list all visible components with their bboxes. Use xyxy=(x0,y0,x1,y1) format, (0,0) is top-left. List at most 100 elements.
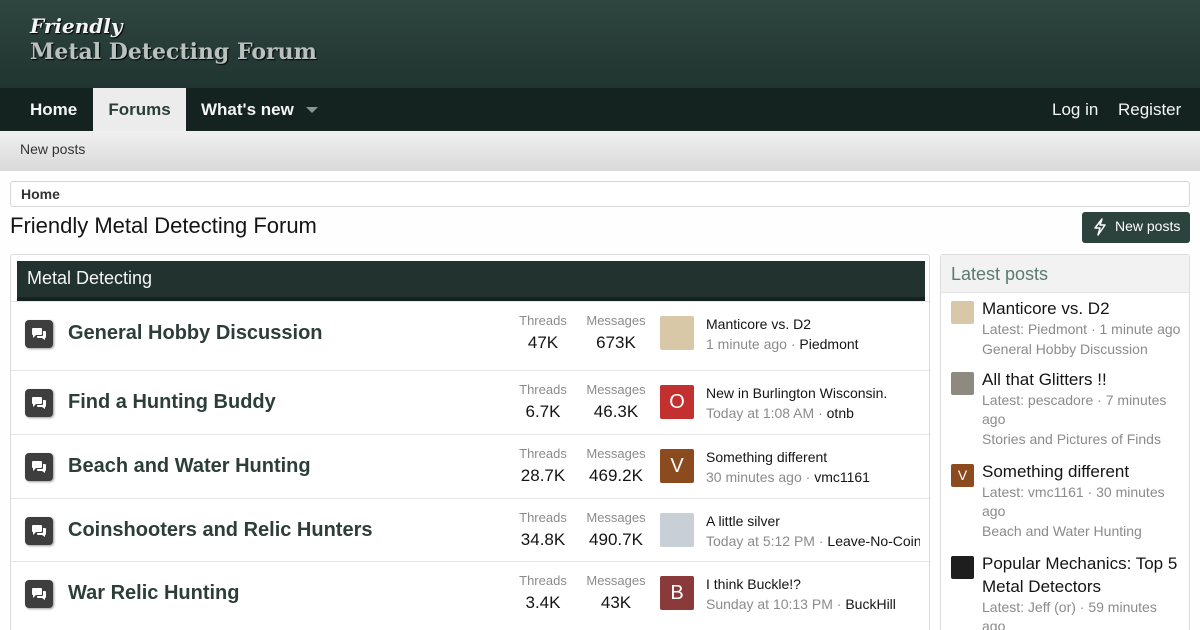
site-header: Friendly Metal Detecting Forum xyxy=(0,0,1200,88)
messages-label: Messages xyxy=(586,446,646,461)
messages-label: Messages xyxy=(586,313,646,328)
last-post-meta: Today at 1:08 AM · otnb xyxy=(706,405,920,421)
last-post-meta: 1 minute ago · Piedmont xyxy=(706,336,920,352)
nav-whats-new[interactable]: What's new xyxy=(201,88,294,131)
last-post-user[interactable]: Piedmont xyxy=(799,336,858,352)
messages-count: 43K xyxy=(600,593,632,612)
forum-title[interactable]: General Hobby Discussion xyxy=(68,322,323,345)
threads-count: 6.7K xyxy=(525,402,561,421)
meta-separator: · xyxy=(832,596,846,612)
forum-title[interactable]: War Relic Hunting xyxy=(68,582,239,605)
threads-count: 28.7K xyxy=(520,466,566,485)
last-post-meta: 30 minutes ago · vmc1161 xyxy=(706,469,920,485)
threads-label: Threads xyxy=(519,313,567,328)
last-post-time[interactable]: 1 minute ago xyxy=(706,336,787,352)
last-post-meta: Today at 5:12 PM · Leave-No-Coins xyxy=(706,533,920,549)
forum-chat-icon xyxy=(25,517,53,545)
login-link[interactable]: Log in xyxy=(1052,88,1098,131)
avatar[interactable]: B xyxy=(660,576,694,610)
latest-post-forum[interactable]: Beach and Water Hunting xyxy=(982,521,1183,542)
last-post-user[interactable]: BuckHill xyxy=(845,596,896,612)
avatar[interactable] xyxy=(951,301,974,324)
messages-label: Messages xyxy=(586,573,646,588)
forum-chat-icon xyxy=(25,320,53,348)
last-post-title[interactable]: Manticore vs. D2 xyxy=(706,316,811,332)
last-post-user[interactable]: otnb xyxy=(827,405,854,421)
main-nav: Home Forums What's new Log in Register xyxy=(0,88,1200,131)
avatar[interactable] xyxy=(951,372,974,395)
last-post-title[interactable]: I think Buckle!? xyxy=(706,576,801,592)
category-block: Metal Detecting General Hobby Discussion… xyxy=(10,254,930,630)
forum-title[interactable]: Beach and Water Hunting xyxy=(68,455,311,478)
last-post-time[interactable]: Sunday at 10:13 PM xyxy=(706,596,833,612)
messages-stat: Messages 469.2K xyxy=(581,446,651,486)
site-logo[interactable]: Friendly Metal Detecting Forum xyxy=(30,16,317,63)
avatar[interactable]: O xyxy=(660,385,694,419)
threads-label: Threads xyxy=(519,446,567,461)
latest-post-title[interactable]: Something different xyxy=(982,460,1183,483)
breadcrumb: Home xyxy=(10,181,1190,207)
threads-label: Threads xyxy=(519,382,567,397)
last-post-time[interactable]: Today at 1:08 AM xyxy=(706,405,814,421)
forum-row: Find a Hunting Buddy Threads 6.7K Messages 4… xyxy=(11,370,929,434)
latest-post-forum[interactable]: General Hobby Discussion xyxy=(982,339,1183,360)
avatar[interactable] xyxy=(660,513,694,547)
last-post-time[interactable]: Today at 5:12 PM xyxy=(706,533,815,549)
avatar[interactable]: V xyxy=(951,464,974,487)
latest-post-item: V Something different Latest: vmc1161 · 30… xyxy=(951,460,1183,542)
messages-count: 469.2K xyxy=(589,466,643,485)
bolt-icon xyxy=(1094,218,1106,236)
forum-chat-icon xyxy=(25,389,53,417)
avatar[interactable]: V xyxy=(660,449,694,483)
last-post-title[interactable]: Something different xyxy=(706,449,827,465)
chevron-down-icon[interactable] xyxy=(306,107,318,113)
threads-stat: Threads 34.8K xyxy=(508,510,578,550)
forum-title[interactable]: Find a Hunting Buddy xyxy=(68,391,276,414)
nav-home[interactable]: Home xyxy=(30,88,77,131)
avatar[interactable] xyxy=(660,316,694,350)
forum-row: Coinshooters and Relic Hunters Threads 34.… xyxy=(11,498,929,562)
nav-forums[interactable]: Forums xyxy=(93,88,186,131)
latest-post-title[interactable]: Popular Mechanics: Top 5 Metal Detectors xyxy=(982,552,1183,598)
latest-post-meta: Latest: Jeff (or) · 59 minutes ago xyxy=(982,599,1157,630)
last-post-meta: Sunday at 10:13 PM · BuckHill xyxy=(706,596,920,612)
register-link[interactable]: Register xyxy=(1118,88,1181,131)
breadcrumb-home[interactable]: Home xyxy=(11,182,74,206)
meta-separator: · xyxy=(814,533,828,549)
logo-line-1: Friendly xyxy=(30,14,123,38)
messages-count: 490.7K xyxy=(589,530,643,549)
messages-count: 46.3K xyxy=(593,402,639,421)
latest-post-title[interactable]: Manticore vs. D2 xyxy=(982,297,1183,320)
last-post-title[interactable]: A little silver xyxy=(706,513,780,529)
last-post-title[interactable]: New in Burlington Wisconsin. xyxy=(706,385,887,401)
threads-count: 47K xyxy=(527,333,559,352)
latest-post-meta: Latest: pescadore · 7 minutes ago xyxy=(982,392,1167,427)
avatar[interactable] xyxy=(951,556,974,579)
threads-label: Threads xyxy=(519,510,567,525)
latest-post-title[interactable]: All that Glitters !! xyxy=(982,368,1183,391)
latest-post-forum[interactable]: Stories and Pictures of Finds xyxy=(982,429,1183,450)
threads-label: Threads xyxy=(519,573,567,588)
latest-posts-title[interactable]: Latest posts xyxy=(941,255,1189,293)
messages-label: Messages xyxy=(586,510,646,525)
messages-stat: Messages 43K xyxy=(581,573,651,613)
page-title: Friendly Metal Detecting Forum xyxy=(10,213,317,238)
forum-chat-icon xyxy=(25,453,53,481)
threads-stat: Threads 6.7K xyxy=(508,382,578,422)
new-posts-button-label: New posts xyxy=(1115,218,1181,234)
messages-label: Messages xyxy=(586,382,646,397)
meta-separator: · xyxy=(814,405,827,421)
last-post-time[interactable]: 30 minutes ago xyxy=(706,469,802,485)
new-posts-button[interactable]: New posts xyxy=(1082,212,1190,243)
threads-count: 3.4K xyxy=(525,593,561,612)
meta-separator: · xyxy=(786,336,800,352)
threads-stat: Threads 47K xyxy=(508,313,578,353)
forum-title[interactable]: Coinshooters and Relic Hunters xyxy=(68,519,373,542)
meta-separator: · xyxy=(801,469,815,485)
category-title[interactable]: Metal Detecting xyxy=(17,261,925,301)
last-post-user[interactable]: Leave-No-Coins xyxy=(827,533,920,549)
last-post-user[interactable]: vmc1161 xyxy=(814,469,870,485)
latest-post-item: Popular Mechanics: Top 5 Metal Detectors… xyxy=(951,552,1183,630)
forum-row: War Relic Hunting Threads 3.4K Messages 43K B… xyxy=(11,561,929,625)
subnav-new-posts[interactable]: New posts xyxy=(20,131,85,167)
